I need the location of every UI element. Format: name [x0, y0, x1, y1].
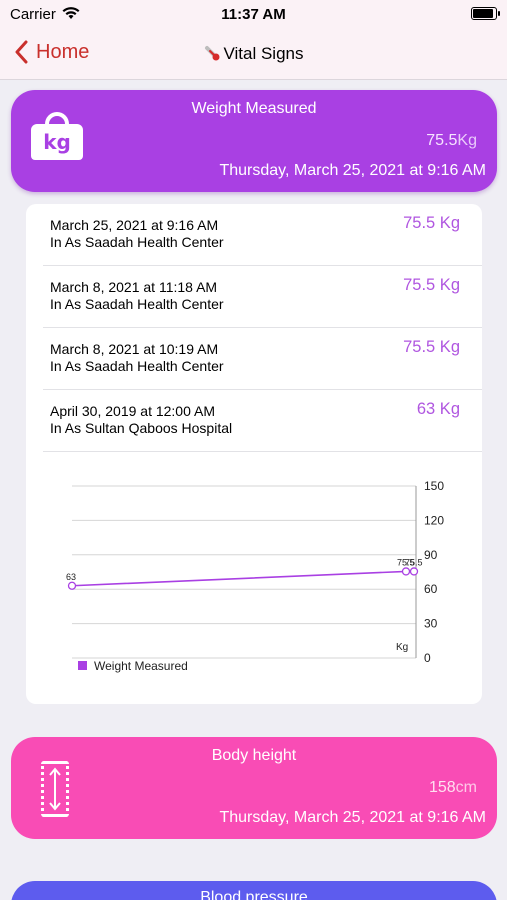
blood-pressure-card-title: Blood pressure	[200, 889, 308, 900]
weight-card[interactable]: kg Weight Measured 75.5Kg Thursday, Marc…	[11, 90, 497, 192]
legend-swatch	[78, 661, 87, 670]
data-label: 63	[66, 572, 76, 582]
data-point	[401, 567, 411, 576]
page-title-container: Vital Signs	[0, 44, 507, 68]
y-axis-label: Kg	[396, 642, 408, 653]
weight-line-chart: 0306090120150Kg6375.575.5Weight Measured	[66, 479, 444, 673]
y-tick-label: 0	[424, 651, 431, 665]
navigation-bar: Home Vital Signs	[0, 30, 507, 80]
weight-card-title: Weight Measured	[191, 100, 317, 117]
weight-history-panel: March 25, 2021 at 9:16 AM In As Saadah H…	[26, 204, 482, 704]
height-card-title: Body height	[211, 747, 297, 764]
thermometer-icon	[205, 46, 220, 61]
height-card-value: 158cm	[428, 779, 477, 796]
weight-series-line	[71, 570, 414, 587]
weight-card-value: 75.5Kg	[426, 132, 477, 149]
y-tick-label: 120	[424, 513, 444, 527]
y-tick-label: 60	[424, 582, 438, 596]
y-tick-label: 90	[424, 548, 438, 562]
clock: 11:37 AM	[221, 6, 286, 23]
weight-card-date: Thursday, March 25, 2021 at 9:16 AM	[219, 162, 486, 179]
blood-pressure-card[interactable]: Blood pressure	[11, 881, 497, 900]
y-tick-label: 150	[424, 479, 444, 493]
kg-weight-icon: kg	[31, 112, 83, 160]
data-point	[67, 581, 77, 590]
height-card[interactable]: Body height 158cm Thursday, March 25, 20…	[11, 737, 497, 839]
status-bar: Carrier 11:37 AM	[0, 0, 507, 30]
legend-label: Weight Measured	[94, 659, 188, 673]
data-point	[409, 567, 419, 576]
y-tick-label: 30	[424, 617, 438, 631]
page-title: Vital Signs	[223, 44, 304, 63]
height-ruler-icon	[41, 761, 69, 817]
battery-icon	[471, 7, 500, 20]
height-card-date: Thursday, March 25, 2021 at 9:16 AM	[219, 809, 486, 826]
data-label: 75.5	[405, 557, 423, 567]
